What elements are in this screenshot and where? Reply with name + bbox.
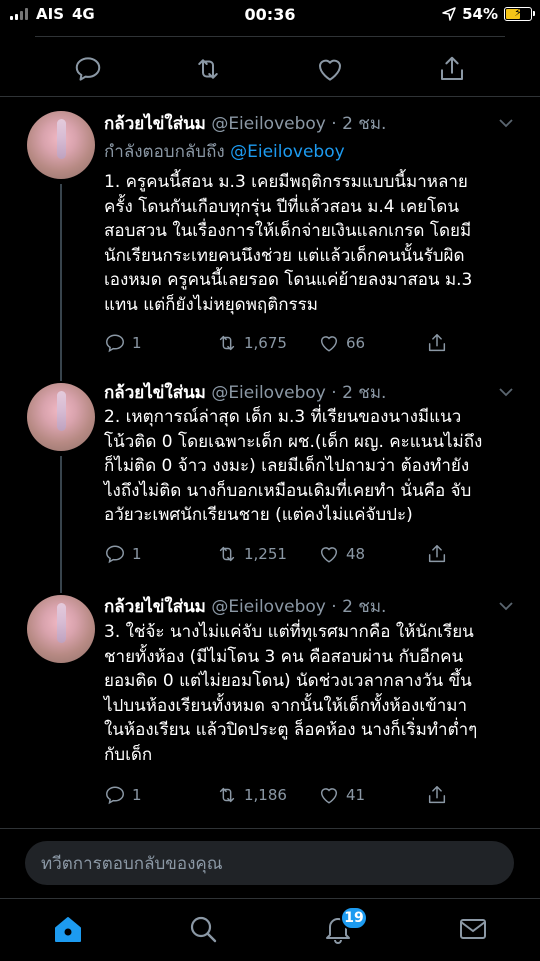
reply-count: 1 (132, 334, 142, 352)
retweet-icon[interactable] (193, 54, 223, 84)
tweet-header: กล้วยไข่ใส่นม @Eieiloveboy · 2 ชม. (104, 110, 386, 137)
battery-percent: 54% (462, 5, 498, 23)
share-action[interactable] (426, 784, 448, 806)
status-right: 54% ⚡ (442, 5, 535, 23)
main-tweet-actions (0, 44, 540, 94)
retweet-icon (219, 787, 235, 803)
user-handle[interactable]: @Eieiloveboy (211, 114, 326, 134)
top-separator (35, 36, 505, 37)
chevron-down-icon[interactable] (498, 601, 514, 611)
display-name[interactable]: กล้วยไข่ใส่นม (104, 114, 206, 134)
tweet-actions: 1 1,675 66 (104, 332, 504, 356)
display-name[interactable]: กล้วยไข่ใส่นม (104, 383, 206, 403)
like-action[interactable]: 48 (318, 543, 365, 565)
reply-icon[interactable] (73, 54, 103, 84)
share-action[interactable] (426, 543, 448, 565)
retweet-action[interactable]: 1,251 (216, 543, 287, 565)
tweet-text: 2. เหตุการณ์ล่าสุด เด็ก ม.3 ที่เรียนของน… (104, 407, 483, 525)
tweet-time: · 2 ชม. (331, 597, 387, 617)
notifications-badge: 19 (340, 906, 368, 930)
chevron-down-icon[interactable] (498, 387, 514, 397)
charging-bolt-icon: ⚡ (514, 6, 522, 19)
tweet-text: 3. ใช่จ้ะ นางไม่แค่จับ แต่ที่ทุเรศมากคือ… (104, 622, 478, 765)
retweet-action[interactable]: 1,186 (216, 784, 287, 806)
share-icon (428, 786, 446, 804)
tweet-header: กล้วยไข่ใส่นม @Eieiloveboy · 2 ชม. (104, 379, 386, 406)
retweet-action[interactable]: 1,675 (216, 332, 287, 354)
user-handle[interactable]: @Eieiloveboy (211, 597, 326, 617)
status-bar: AIS 4G 00:36 54% ⚡ (0, 0, 540, 30)
composer-separator (0, 828, 540, 829)
reply-icon (106, 786, 124, 805)
avatar[interactable] (27, 383, 95, 451)
thread-line (60, 456, 62, 586)
like-action[interactable]: 41 (318, 784, 365, 806)
reply-tweet[interactable]: กล้วยไข่ใส่นม @Eieiloveboy · 2 ชม. 3. ใช… (0, 586, 540, 826)
share-action[interactable] (426, 332, 448, 354)
retweet-count: 1,251 (244, 545, 287, 563)
reply-count: 1 (132, 786, 142, 804)
reply-composer-input[interactable]: ทวีตการตอบกลับของคุณ (25, 841, 514, 885)
retweet-icon (219, 546, 235, 562)
replying-to-label: กำลังตอบกลับถึง (104, 142, 225, 162)
battery-icon: ⚡ (504, 6, 535, 21)
reply-tweet[interactable]: กล้วยไข่ใส่นม @Eieiloveboy · 2 ชม. 2. เห… (0, 371, 540, 586)
share-icon[interactable] (437, 54, 467, 84)
share-icon (428, 545, 446, 563)
bottom-tab-bar (0, 898, 540, 961)
thread-line (60, 184, 62, 371)
reply-action[interactable]: 1 (104, 784, 142, 806)
retweet-count: 1,675 (244, 334, 287, 352)
reply-action[interactable]: 1 (104, 543, 142, 565)
tweet-text: 1. ครูคนนี้สอน ม.3 เคยมีพฤติกรรมแบบนี้มา… (104, 172, 473, 315)
share-icon (428, 334, 446, 352)
reply-action[interactable]: 1 (104, 332, 142, 354)
search-icon[interactable] (187, 913, 219, 945)
messages-envelope-icon[interactable] (457, 913, 489, 945)
thread-line (60, 371, 62, 381)
tweet-actions: 1 1,186 41 (104, 784, 504, 808)
reply-icon (106, 334, 124, 353)
retweet-icon (219, 335, 235, 351)
like-count: 66 (346, 334, 366, 352)
chevron-down-icon[interactable] (498, 118, 514, 128)
reply-icon (106, 545, 124, 564)
like-count: 41 (346, 786, 366, 804)
like-heart-icon (320, 336, 338, 352)
like-heart-icon (320, 547, 338, 563)
replying-to-mention[interactable]: @Eieiloveboy (230, 142, 345, 162)
thread-line (60, 586, 62, 593)
avatar[interactable] (27, 111, 95, 179)
location-arrow-icon (442, 7, 456, 21)
reply-tweet[interactable]: กล้วยไข่ใส่นม @Eieiloveboy · 2 ชม. กำลัง… (0, 96, 540, 371)
like-action[interactable]: 66 (318, 332, 365, 354)
user-handle[interactable]: @Eieiloveboy (211, 383, 326, 403)
composer-placeholder: ทวีตการตอบกลับของคุณ (41, 853, 223, 874)
tweet-header: กล้วยไข่ใส่นม @Eieiloveboy · 2 ชม. (104, 593, 386, 620)
replying-to: กำลังตอบกลับถึง @Eieiloveboy (104, 138, 345, 165)
like-count: 48 (346, 545, 366, 563)
like-heart-icon[interactable] (315, 54, 345, 84)
reply-count: 1 (132, 545, 142, 563)
avatar[interactable] (27, 595, 95, 663)
retweet-count: 1,186 (244, 786, 287, 804)
tweet-actions: 1 1,251 48 (104, 543, 504, 567)
tweet-time: · 2 ชม. (331, 383, 387, 403)
home-icon[interactable] (52, 913, 84, 945)
like-heart-icon (320, 788, 338, 804)
tweet-time: · 2 ชม. (331, 114, 387, 134)
display-name[interactable]: กล้วยไข่ใส่นม (104, 597, 206, 617)
